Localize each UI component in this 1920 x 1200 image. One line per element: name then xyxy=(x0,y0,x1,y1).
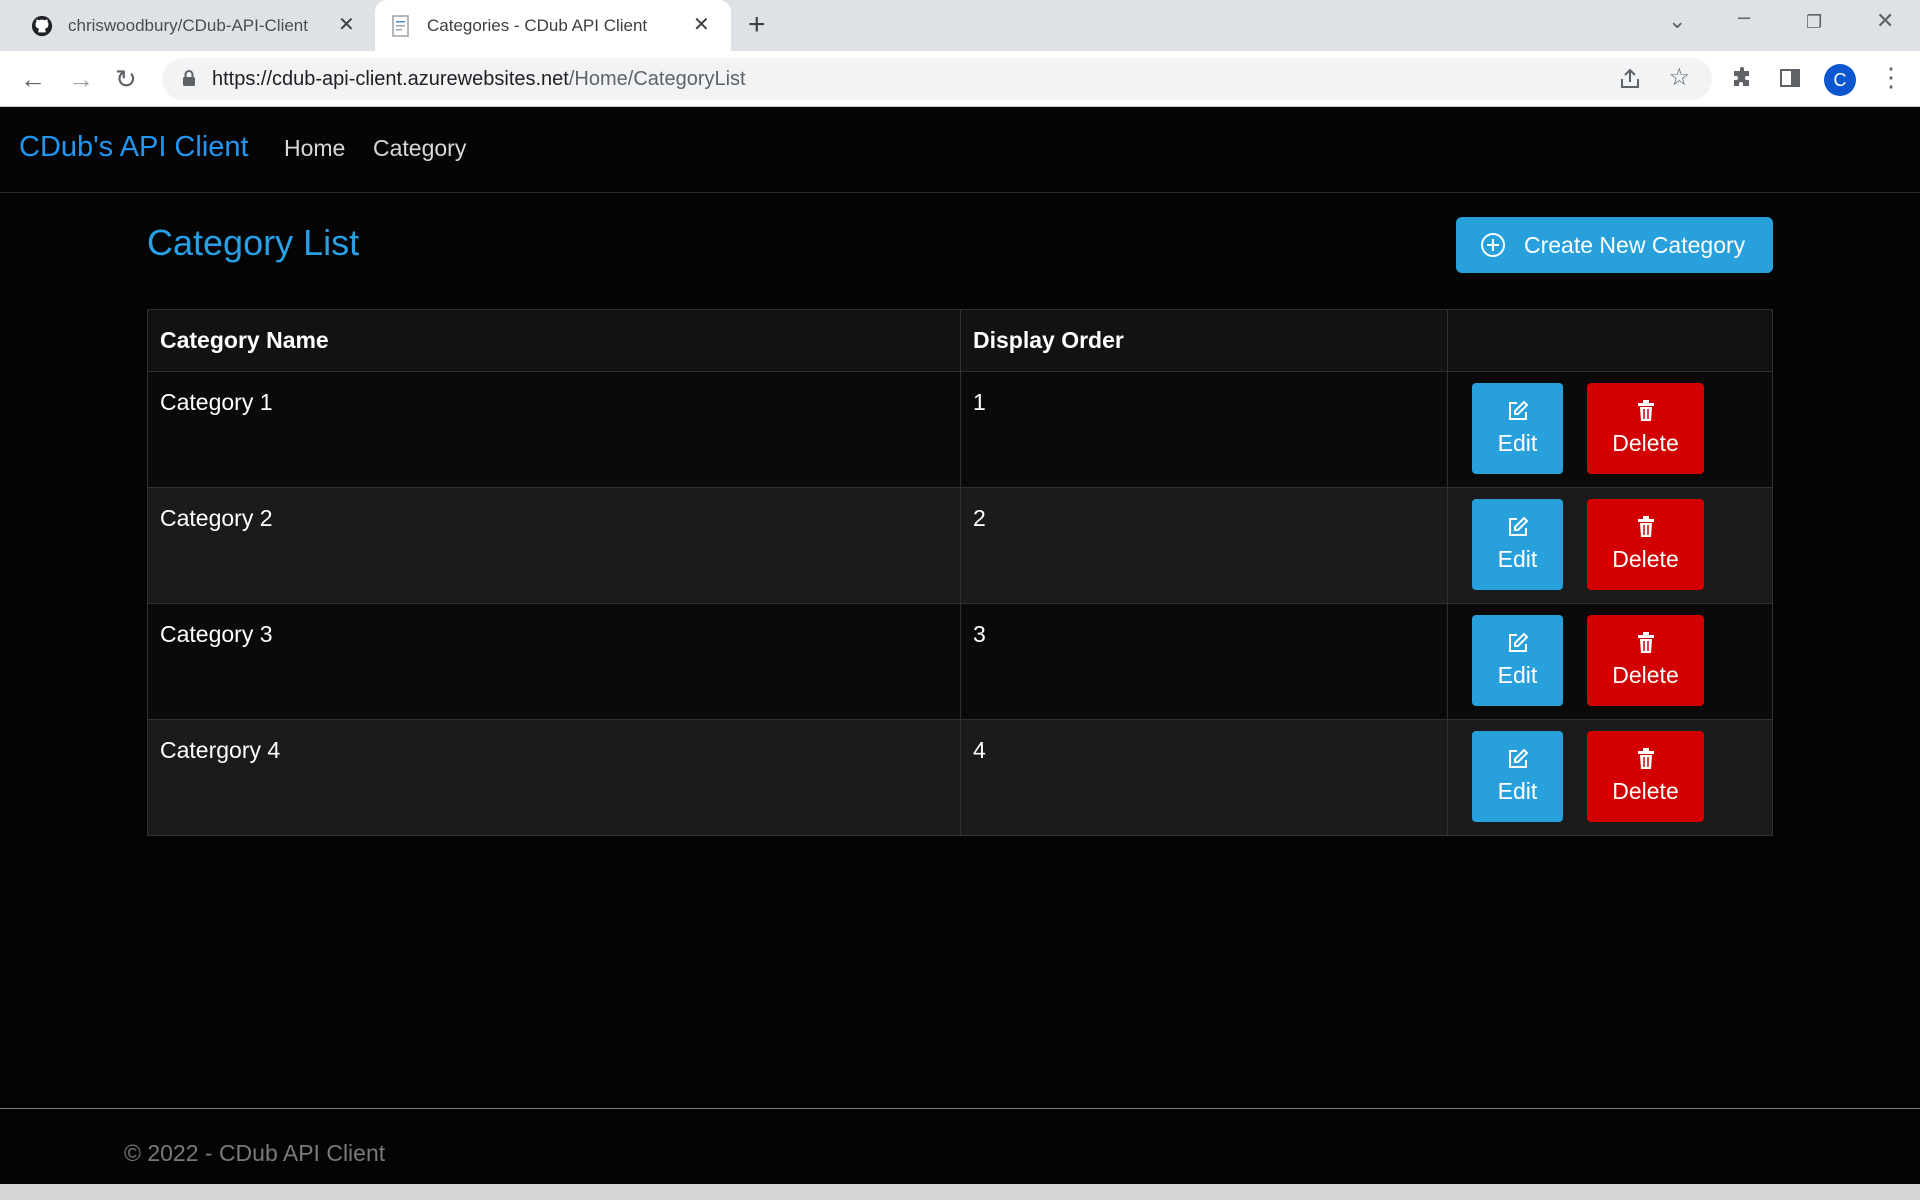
edit-icon xyxy=(1507,516,1529,538)
display-order-cell: 1 xyxy=(960,371,1448,488)
address-bar[interactable]: https://cdub-api-client.azurewebsites.ne… xyxy=(162,58,1712,100)
browser-tabstrip: chriswoodbury/CDub-API-Client ✕ Categori… xyxy=(0,0,1920,51)
taskbar-strip xyxy=(0,1184,1920,1200)
column-header-name: Category Name xyxy=(147,309,961,372)
display-order-cell: 4 xyxy=(960,719,1448,836)
table-row: Category 1 1 Edit Delete xyxy=(147,371,1773,488)
share-icon[interactable] xyxy=(1618,67,1642,96)
browser-tab-categories[interactable]: Categories - CDub API Client ✕ xyxy=(375,0,731,51)
category-name-cell: Catergory 4 xyxy=(147,719,961,836)
nav-link-category[interactable]: Category xyxy=(373,135,466,162)
tab-title: chriswoodbury/CDub-API-Client xyxy=(68,15,308,35)
delete-label: Delete xyxy=(1612,430,1679,456)
url-path: /Home/CategoryList xyxy=(568,68,746,90)
table-row: Category 2 2 Edit Delete xyxy=(147,487,1773,604)
close-icon[interactable]: ✕ xyxy=(693,12,710,37)
edit-button[interactable]: Edit xyxy=(1472,731,1563,822)
create-new-category-button[interactable]: Create New Category xyxy=(1456,217,1773,273)
menu-kebab-icon[interactable]: ⋮ xyxy=(1878,62,1904,92)
minimize-icon[interactable]: – xyxy=(1738,4,1750,30)
restore-icon[interactable]: ❐ xyxy=(1806,12,1822,33)
edit-icon xyxy=(1507,748,1529,770)
edit-icon xyxy=(1507,632,1529,654)
trash-icon xyxy=(1636,748,1656,770)
new-tab-icon[interactable]: + xyxy=(748,8,766,42)
delete-button[interactable]: Delete xyxy=(1587,383,1704,474)
column-header-order: Display Order xyxy=(960,309,1448,372)
nav-link-home[interactable]: Home xyxy=(284,135,345,162)
trash-icon xyxy=(1636,400,1656,422)
delete-label: Delete xyxy=(1612,662,1679,688)
actions-cell: Edit Delete xyxy=(1447,603,1773,720)
footer-copyright: © 2022 - CDub API Client xyxy=(124,1140,386,1166)
category-name-cell: Category 3 xyxy=(147,603,961,720)
window-close-icon[interactable]: ✕ xyxy=(1876,8,1894,34)
github-icon xyxy=(30,14,54,38)
category-table: Category Name Display Order Category 1 1… xyxy=(147,309,1773,836)
actions-cell: Edit Delete xyxy=(1447,487,1773,604)
url-host: https://cdub-api-client.azurewebsites.ne… xyxy=(212,68,569,90)
delete-label: Delete xyxy=(1612,546,1679,572)
forward-icon[interactable]: → xyxy=(68,64,94,95)
display-order-cell: 3 xyxy=(960,603,1448,720)
document-icon xyxy=(389,14,413,38)
bookmark-star-icon[interactable]: ☆ xyxy=(1668,63,1690,92)
create-button-label: Create New Category xyxy=(1524,231,1746,258)
extensions-icon[interactable] xyxy=(1730,66,1754,95)
table-row: Catergory 4 4 Edit Delete xyxy=(147,719,1773,836)
app-navbar: CDub's API Client Home Category xyxy=(0,107,1920,193)
category-name-cell: Category 2 xyxy=(147,487,961,604)
trash-icon xyxy=(1636,516,1656,538)
browser-tab-github[interactable]: chriswoodbury/CDub-API-Client ✕ xyxy=(0,0,370,51)
close-icon[interactable]: ✕ xyxy=(338,12,355,37)
footer-divider xyxy=(0,1108,1920,1109)
url-text[interactable]: https://cdub-api-client.azurewebsites.ne… xyxy=(212,68,746,91)
edit-label: Edit xyxy=(1497,546,1538,572)
table-header-row: Category Name Display Order xyxy=(147,309,1773,372)
edit-label: Edit xyxy=(1497,778,1538,804)
profile-avatar[interactable]: C xyxy=(1824,64,1856,96)
actions-cell: Edit Delete xyxy=(1447,719,1773,836)
delete-button[interactable]: Delete xyxy=(1587,731,1704,822)
tab-search-icon[interactable]: ⌄ xyxy=(1668,8,1686,34)
page-title: Category List xyxy=(147,222,360,263)
delete-button[interactable]: Delete xyxy=(1587,499,1704,590)
display-order-cell: 2 xyxy=(960,487,1448,604)
plus-circle-icon xyxy=(1480,232,1506,258)
navbar-brand[interactable]: CDub's API Client xyxy=(19,131,249,164)
column-header-actions xyxy=(1447,309,1773,372)
reload-icon[interactable]: ↻ xyxy=(115,64,137,95)
delete-button[interactable]: Delete xyxy=(1587,615,1704,706)
edit-icon xyxy=(1507,400,1529,422)
side-panel-icon[interactable] xyxy=(1778,66,1802,95)
browser-toolbar: ← → ↻ https://cdub-api-client.azurewebsi… xyxy=(0,51,1920,107)
edit-label: Edit xyxy=(1497,430,1538,456)
delete-label: Delete xyxy=(1612,778,1679,804)
edit-button[interactable]: Edit xyxy=(1472,615,1563,706)
edit-label: Edit xyxy=(1497,662,1538,688)
lock-icon[interactable] xyxy=(182,69,196,92)
edit-button[interactable]: Edit xyxy=(1472,499,1563,590)
back-icon[interactable]: ← xyxy=(20,64,46,95)
table-row: Category 3 3 Edit Delete xyxy=(147,603,1773,720)
category-name-cell: Category 1 xyxy=(147,371,961,488)
tab-title: Categories - CDub API Client xyxy=(427,15,648,35)
edit-button[interactable]: Edit xyxy=(1472,383,1563,474)
trash-icon xyxy=(1636,632,1656,654)
actions-cell: Edit Delete xyxy=(1447,371,1773,488)
